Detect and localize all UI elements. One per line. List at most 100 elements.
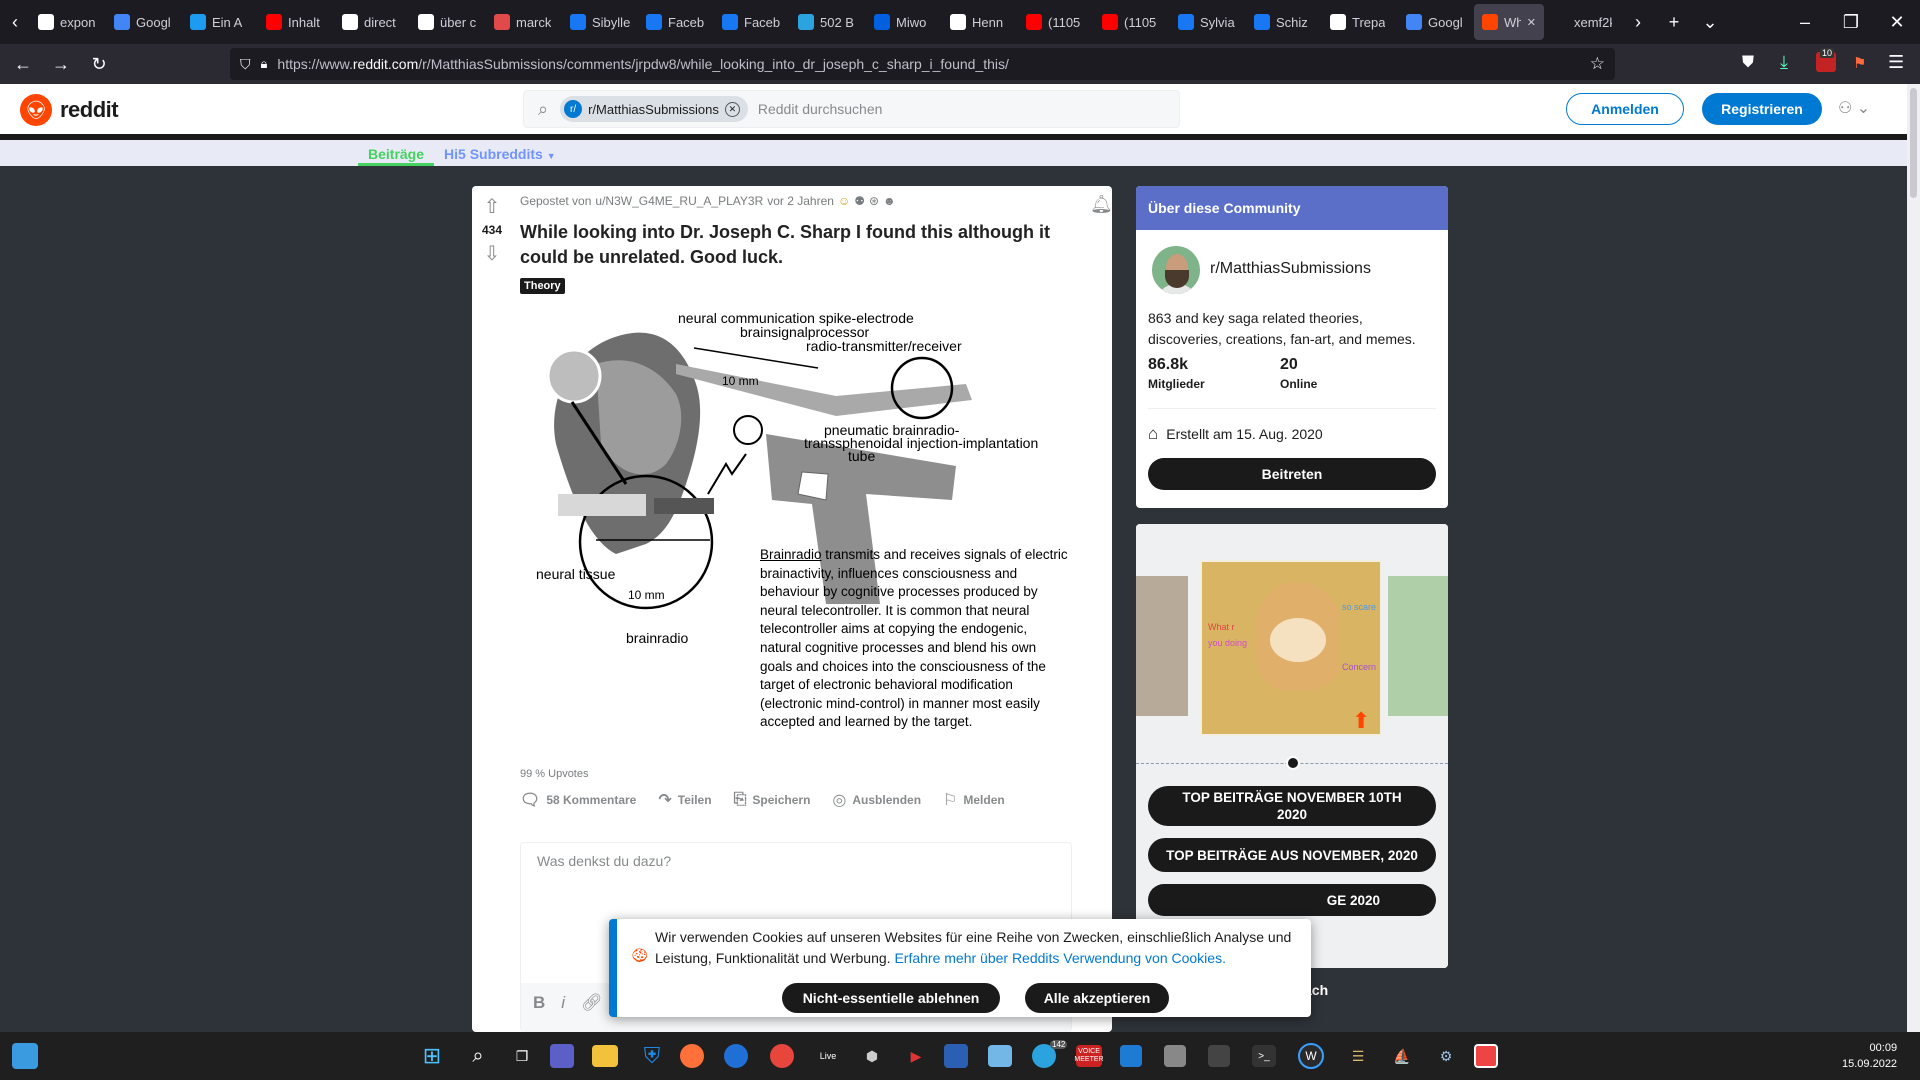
- browser-tab[interactable]: Miwo: [866, 4, 942, 40]
- post-time[interactable]: vor 2 Jahren: [767, 194, 834, 208]
- comments-button[interactable]: 🗨︎ 58 Kommentare: [520, 790, 636, 810]
- app-red-icon[interactable]: ▶: [900, 1040, 932, 1072]
- pocket-icon[interactable]: ⛊: [1742, 54, 1754, 72]
- restore-window-button[interactable]: ❐: [1828, 4, 1874, 40]
- back-button[interactable]: ←: [4, 48, 42, 80]
- lock-icon[interactable]: 🔒︎: [261, 56, 268, 72]
- new-tab-button[interactable]: +: [1656, 4, 1692, 40]
- browser-tab[interactable]: marck: [486, 4, 562, 40]
- notification-bell-icon[interactable]: 🔔︎: [1090, 194, 1113, 215]
- italic-icon[interactable]: i: [561, 993, 565, 1023]
- browser-tab[interactable]: Wh ✕: [1474, 4, 1544, 40]
- community-name[interactable]: r/MatthiasSubmissions: [1210, 260, 1371, 278]
- scroll-app-icon[interactable]: ☰: [1342, 1040, 1374, 1072]
- author-link[interactable]: u/N3W_G4ME_RU_A_PLAY3R: [595, 194, 763, 208]
- snipping-tool-icon[interactable]: [1474, 1044, 1498, 1068]
- url-bar[interactable]: ⛉ 🔒︎ https://www. reddit.com/r/MatthiasSu…: [230, 48, 1615, 80]
- browser-tab[interactable]: Schiz: [1246, 4, 1322, 40]
- accept-cookies-button[interactable]: Alle akzeptieren: [1025, 983, 1169, 1013]
- close-tab-icon[interactable]: ✕: [1527, 16, 1536, 29]
- cookie-learn-more-link[interactable]: Erfahre mehr über Reddits Verwendung von…: [894, 950, 1226, 966]
- app-emblem-icon[interactable]: ⬢: [856, 1040, 888, 1072]
- defender-icon[interactable]: ⛨: [636, 1040, 668, 1072]
- top-posts-nov-10-button[interactable]: TOP BEITRÄGE NOVEMBER 10TH 2020: [1148, 786, 1436, 826]
- browser-tab[interactable]: Faceb: [638, 4, 714, 40]
- award-4-icon[interactable]: ☻: [883, 194, 896, 208]
- list-all-tabs-button[interactable]: ⌄: [1692, 4, 1728, 40]
- app-dark-icon[interactable]: [1208, 1045, 1230, 1067]
- chip-remove-icon[interactable]: ✕: [724, 101, 740, 117]
- voicemeeter-icon[interactable]: VOICE MEETER: [1074, 1045, 1104, 1067]
- hide-button[interactable]: ◎ Ausblenden: [832, 790, 921, 810]
- browser-tab[interactable]: Inhalt: [258, 4, 334, 40]
- chrome-icon[interactable]: [770, 1044, 794, 1068]
- carousel-next-slide[interactable]: [1388, 576, 1448, 716]
- search-taskbar-icon[interactable]: ⌕: [462, 1040, 494, 1072]
- steam-icon[interactable]: ⚙: [1430, 1040, 1462, 1072]
- bookmark-star-icon[interactable]: ☆: [1590, 54, 1605, 74]
- share-button[interactable]: ↷ Teilen: [658, 790, 711, 810]
- app-grey-icon[interactable]: [1164, 1045, 1186, 1067]
- join-button[interactable]: Beitreten: [1148, 458, 1436, 490]
- browser-tab[interactable]: Sibylle: [562, 4, 638, 40]
- downvote-icon[interactable]: ⇩: [484, 241, 501, 266]
- award-2-icon[interactable]: ⚉: [854, 194, 865, 208]
- award-3-icon[interactable]: ⊛: [869, 194, 879, 208]
- browser-tab[interactable]: xemf2kfy: [1544, 4, 1620, 40]
- reload-button[interactable]: ↻: [80, 48, 118, 80]
- post-flair[interactable]: Theory: [520, 278, 565, 294]
- tab-hi5-subreddits[interactable]: Hi5 Subreddits ▼: [434, 146, 566, 166]
- close-window-button[interactable]: ✕: [1874, 4, 1920, 40]
- start-icon[interactable]: ⊞: [416, 1040, 448, 1072]
- doge-meme-slide[interactable]: so scare What r you doing Concern ⬆: [1200, 560, 1382, 736]
- search-placeholder[interactable]: Reddit durchsuchen: [758, 101, 883, 117]
- shield-icon[interactable]: ⛉: [240, 56, 251, 73]
- user-menu-icon[interactable]: ⚇ ⌄: [1838, 98, 1870, 118]
- live-app-icon[interactable]: Live: [812, 1040, 844, 1072]
- browser-tab[interactable]: über c: [410, 4, 486, 40]
- award-gold-icon[interactable]: ☺: [838, 194, 850, 208]
- app-window-icon[interactable]: [1120, 1045, 1142, 1067]
- browser-tab[interactable]: Henn: [942, 4, 1018, 40]
- extension-2-icon[interactable]: ⚑: [1853, 54, 1866, 72]
- browser-tab[interactable]: direct: [334, 4, 410, 40]
- browser-tab[interactable]: Trepa: [1322, 4, 1398, 40]
- firefox-icon[interactable]: [680, 1044, 704, 1068]
- top-posts-november-button[interactable]: TOP BEITRÄGE AUS NOVEMBER, 2020: [1148, 838, 1436, 872]
- carousel-dot[interactable]: [1286, 756, 1300, 770]
- powershell-icon[interactable]: [944, 1044, 968, 1068]
- browser-tab[interactable]: Googl: [1398, 4, 1474, 40]
- carousel-prev-slide[interactable]: [1136, 576, 1188, 716]
- login-button[interactable]: Anmelden: [1566, 93, 1684, 125]
- tab-beitraege[interactable]: Beiträge: [358, 146, 435, 166]
- top-posts-2020-button[interactable]: GE 2020: [1148, 884, 1436, 916]
- community-avatar[interactable]: [1150, 244, 1202, 296]
- register-button[interactable]: Registrieren: [1702, 93, 1822, 125]
- forward-button[interactable]: →: [42, 48, 80, 80]
- ship-app-icon[interactable]: ⛵: [1386, 1040, 1418, 1072]
- browser-tab[interactable]: 502 B: [790, 4, 866, 40]
- browser-tab[interactable]: (1105: [1094, 4, 1170, 40]
- browser-tab[interactable]: Googl: [106, 4, 182, 40]
- post-image[interactable]: neural communication spike-electrode bra…: [536, 304, 1068, 734]
- tab-scroll-right-button[interactable]: ›: [1620, 4, 1656, 40]
- thunderbird-icon[interactable]: [724, 1044, 748, 1068]
- browser-tab[interactable]: (1105: [1018, 4, 1094, 40]
- save-button[interactable]: ⎘ Speichern: [734, 790, 811, 810]
- browser-tab[interactable]: Sylvia: [1170, 4, 1246, 40]
- report-button[interactable]: ⚐ Melden: [943, 790, 1005, 810]
- teams-chat-icon[interactable]: [550, 1044, 574, 1068]
- terminal-icon[interactable]: >_: [1252, 1045, 1276, 1067]
- taskbar-clock[interactable]: 00:09 15.09.2022: [1842, 1040, 1897, 1072]
- w-blue-icon[interactable]: W: [1298, 1043, 1324, 1069]
- task-view-icon[interactable]: ❐: [506, 1040, 538, 1072]
- file-explorer-icon[interactable]: [592, 1045, 618, 1067]
- bold-icon[interactable]: B: [533, 993, 545, 1023]
- tab-scroll-left-button[interactable]: ‹: [0, 4, 30, 40]
- minimize-window-button[interactable]: –: [1782, 4, 1828, 40]
- scrollbar-thumb[interactable]: [1910, 88, 1917, 198]
- browser-tab[interactable]: Ein A: [182, 4, 258, 40]
- menu-icon[interactable]: ☰: [1888, 52, 1904, 73]
- link-icon[interactable]: 🔗︎: [581, 993, 603, 1023]
- browser-tab[interactable]: expon: [30, 4, 106, 40]
